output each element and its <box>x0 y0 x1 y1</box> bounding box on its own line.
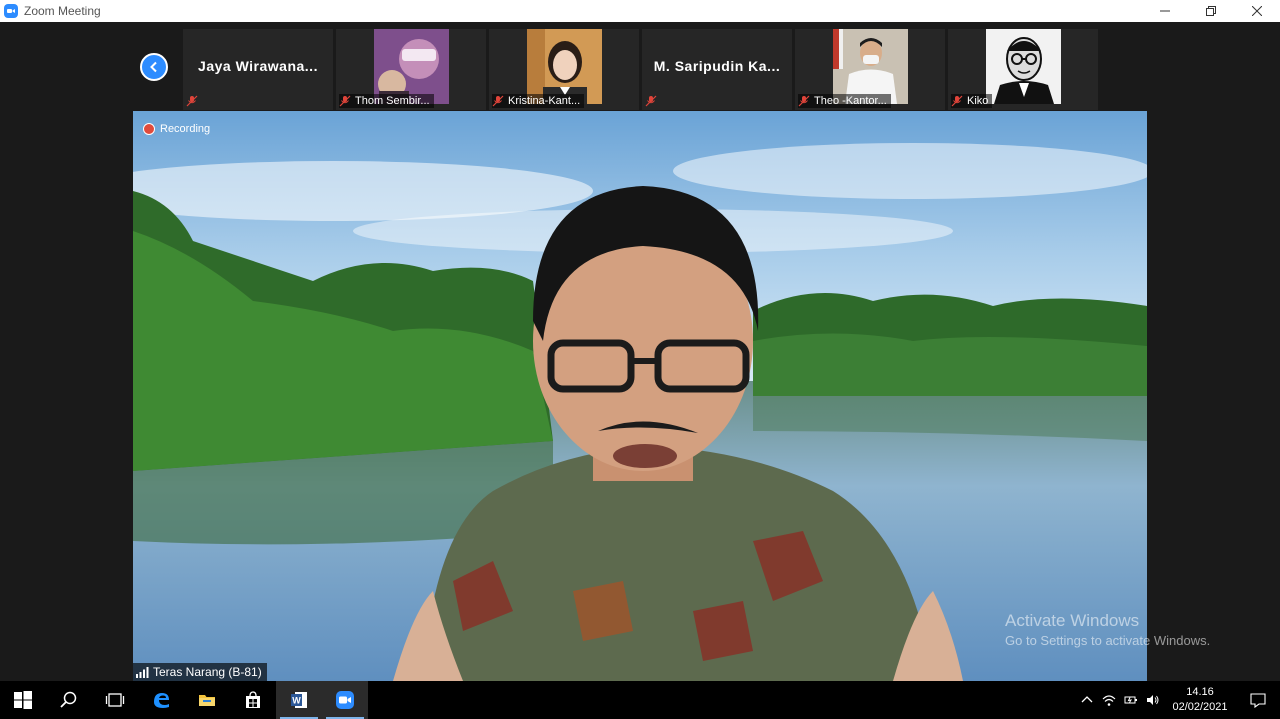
recording-label: Recording <box>160 123 211 135</box>
task-view-button[interactable] <box>92 681 138 719</box>
search-button[interactable] <box>46 681 92 719</box>
participant-tile[interactable]: Kristina-Kant... <box>489 29 639 110</box>
edge-browser-icon <box>154 693 169 708</box>
mic-muted-icon <box>339 95 351 107</box>
previous-page-button[interactable] <box>140 53 168 81</box>
title-bar: Zoom Meeting <box>0 0 1280 22</box>
action-center-button[interactable] <box>1236 681 1280 719</box>
participant-name: Kiko <box>967 95 989 107</box>
clock-time: 14.16 <box>1186 686 1214 698</box>
task-view-icon <box>105 693 125 707</box>
speaker-volume-icon <box>1147 695 1159 705</box>
start-button[interactable] <box>0 681 46 719</box>
wifi-icon <box>1102 695 1116 706</box>
recording-dot-icon <box>143 123 155 135</box>
participant-name: Jaya Wirawana... <box>198 58 318 74</box>
mic-muted-icon <box>645 95 657 107</box>
network-button[interactable] <box>1098 681 1120 719</box>
participant-video <box>374 29 449 104</box>
close-icon <box>1252 6 1262 16</box>
store-bag-icon <box>246 691 260 708</box>
zoom-taskbar-button[interactable] <box>322 681 368 719</box>
file-explorer-button[interactable] <box>184 681 230 719</box>
participant-video <box>527 29 602 104</box>
speaker-name-tag: Teras Narang (B-81) <box>133 663 267 681</box>
close-button[interactable] <box>1234 0 1280 22</box>
speaker-name: Teras Narang (B-81) <box>153 665 262 679</box>
minimize-button[interactable] <box>1142 0 1188 22</box>
participant-tile[interactable]: Jaya Wirawana... <box>183 29 333 110</box>
mic-muted-icon <box>798 95 810 107</box>
word-taskbar-button[interactable]: W <box>276 681 322 719</box>
word-icon: W <box>291 692 307 708</box>
participant-name: Theo -Kantor... <box>814 95 887 107</box>
store-button[interactable] <box>230 681 276 719</box>
clock-date: 02/02/2021 <box>1172 701 1228 713</box>
battery-button[interactable] <box>1120 681 1142 719</box>
restore-button[interactable] <box>1188 0 1234 22</box>
edge-taskbar-button[interactable] <box>138 681 184 719</box>
volume-button[interactable] <box>1142 681 1164 719</box>
battery-charging-icon <box>1124 696 1137 704</box>
participant-name: Kristina-Kant... <box>508 95 581 107</box>
participant-tile[interactable]: Kiko <box>948 29 1098 110</box>
participant-name: M. Saripudin Ka... <box>653 58 781 74</box>
zoom-icon <box>336 691 354 709</box>
participant-tile[interactable]: Theo -Kantor... <box>795 29 945 110</box>
mic-muted-icon <box>492 95 504 107</box>
participant-video <box>833 29 908 104</box>
chevron-left-icon <box>150 61 157 73</box>
svg-text:W: W <box>292 696 301 706</box>
windows-taskbar: W 14.16 02/02/2021 <box>0 681 1280 719</box>
window-title: Zoom Meeting <box>24 4 101 18</box>
zoom-app-icon <box>4 4 18 18</box>
minimize-icon <box>1160 10 1170 12</box>
taskbar-clock[interactable]: 14.16 02/02/2021 <box>1164 685 1236 715</box>
mic-muted-icon <box>186 95 198 107</box>
participant-name: Thom Sembir... <box>355 95 430 107</box>
active-speaker-video[interactable]: Recording Teras Narang (B-81) <box>133 111 1147 681</box>
virtual-background-scene <box>133 111 1147 681</box>
participant-video <box>986 29 1061 104</box>
participant-tile[interactable]: Thom Sembir... <box>336 29 486 110</box>
restore-icon <box>1206 6 1216 16</box>
recording-indicator: Recording <box>143 123 210 135</box>
show-hidden-icons-button[interactable] <box>1076 681 1098 719</box>
chevron-up-icon <box>1081 696 1093 703</box>
notification-icon <box>1250 693 1266 708</box>
search-icon <box>60 691 77 708</box>
participant-tile[interactable]: M. Saripudin Ka... <box>642 29 792 110</box>
signal-bars-icon <box>136 666 149 678</box>
folder-icon <box>199 695 215 706</box>
participant-strip: Jaya Wirawana... Thom Sembir... Kristina… <box>0 22 1280 110</box>
windows-logo-icon <box>14 691 32 709</box>
mic-muted-icon <box>951 95 963 107</box>
